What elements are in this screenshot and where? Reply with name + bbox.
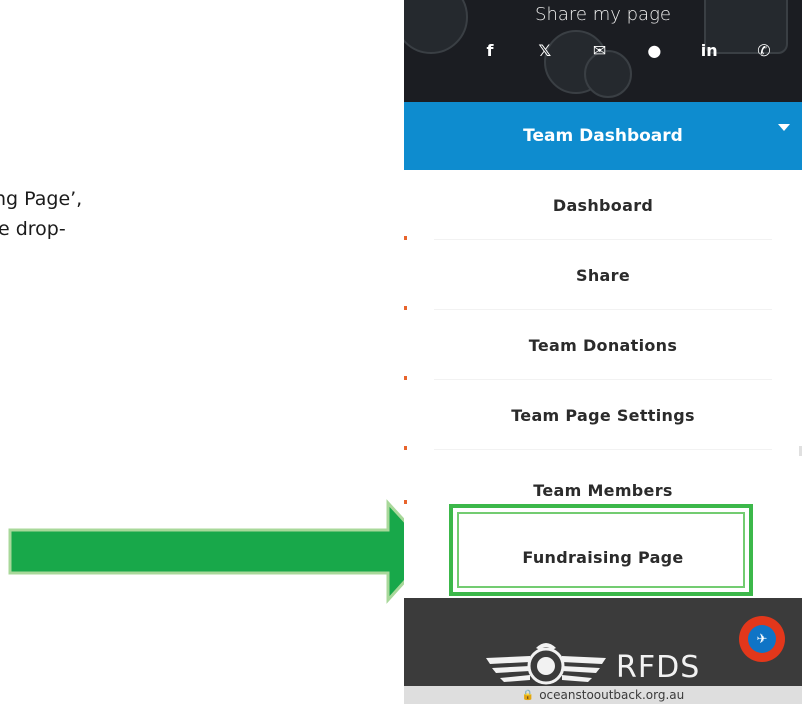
team-dashboard-label: Team Dashboard	[523, 126, 683, 146]
rfds-wings-logo-icon	[486, 643, 606, 685]
menu-item-label: Share	[576, 265, 630, 285]
team-dashboard-dropdown[interactable]: Team Dashboard	[404, 102, 802, 170]
menu-item-team-donations[interactable]: Team Donations	[404, 310, 802, 380]
whatsapp-icon[interactable]: ✆	[751, 41, 777, 60]
green-arrow-icon	[8, 499, 435, 604]
email-icon[interactable]: ✉	[587, 41, 613, 60]
caret-down-icon	[778, 124, 790, 131]
menu-item-team-page-settings[interactable]: Team Page Settings	[404, 380, 802, 456]
menu-item-label: Team Donations	[528, 335, 678, 355]
browser-url-bar[interactable]: 🔒 oceanstooutback.org.au	[404, 686, 802, 704]
x-icon[interactable]: 𝕏	[532, 41, 558, 60]
share-icons: f 𝕏 ✉ ● in ✆	[477, 38, 777, 62]
menu-item-label: Dashboard	[552, 195, 654, 215]
share-title: Share my page	[535, 4, 671, 25]
floating-action-button[interactable]: ✈	[739, 616, 785, 662]
menu-item-share[interactable]: Share	[404, 240, 802, 310]
menu-item-label: Team Page Settings	[511, 405, 695, 425]
highlight-box-inner	[457, 512, 745, 588]
lock-icon: 🔒	[521, 689, 535, 701]
edge-mark	[404, 500, 407, 504]
phone-screenshot: Share my page f 𝕏 ✉ ● in ✆ Team Dashboar…	[404, 0, 802, 704]
plane-icon: ✈	[748, 625, 776, 653]
browser-url: oceanstooutback.org.au	[539, 688, 685, 702]
message-icon[interactable]: ●	[641, 41, 667, 60]
facebook-icon[interactable]: f	[477, 41, 503, 60]
share-header: Share my page f 𝕏 ✉ ● in ✆	[404, 0, 802, 102]
menu-item-label: Team Members	[533, 480, 673, 500]
linkedin-icon[interactable]: in	[696, 41, 722, 60]
rfds-brand: RFDS	[616, 650, 701, 685]
menu-item-dashboard[interactable]: Dashboard	[404, 170, 802, 240]
